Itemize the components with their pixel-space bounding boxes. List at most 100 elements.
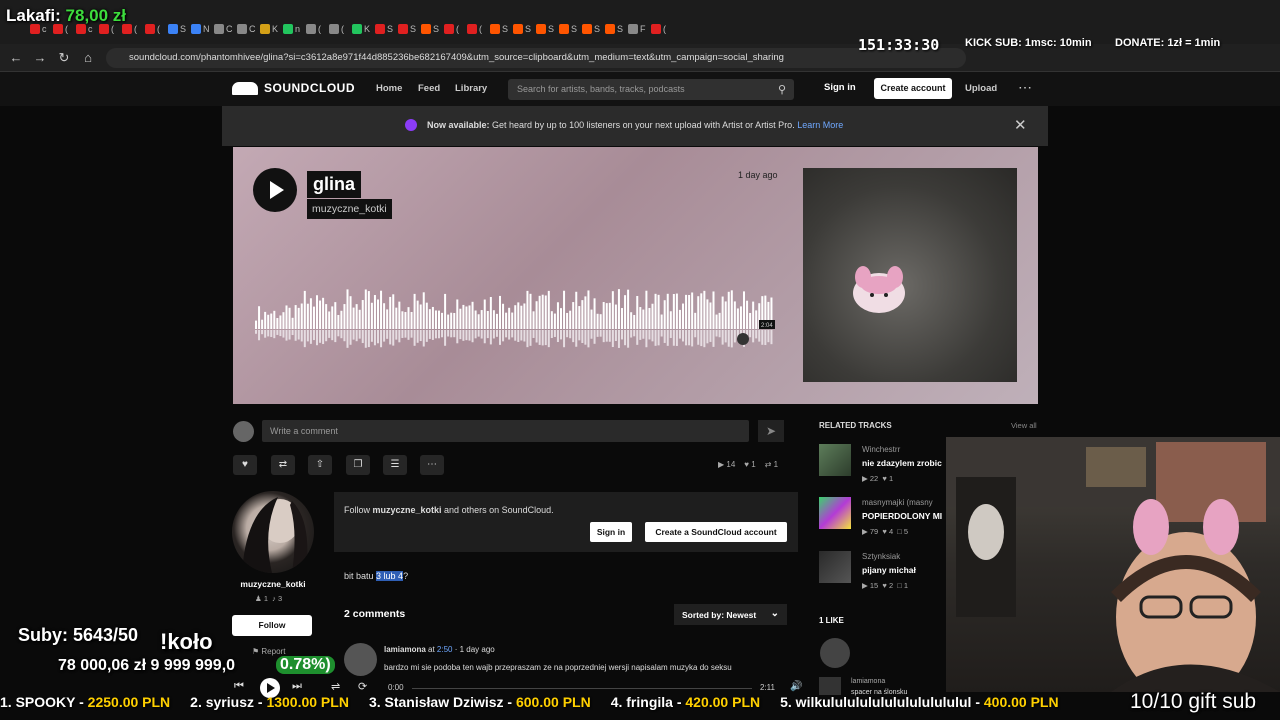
play-button[interactable] xyxy=(253,168,297,212)
url-text: soundcloud.com/phantomhivee/glina?si=c36… xyxy=(129,52,784,63)
report-link[interactable]: ⚑ Report xyxy=(252,647,285,656)
artist-avatar[interactable] xyxy=(232,491,314,573)
waveform-reflection-bar xyxy=(608,330,611,342)
progress-bar[interactable] xyxy=(412,688,752,689)
browser-tab[interactable]: ( xyxy=(651,22,671,36)
comment-input[interactable]: Write a comment xyxy=(262,420,749,442)
waveform-bar xyxy=(349,296,352,329)
related-track-title[interactable]: POPIERDOLONY MI xyxy=(862,511,942,521)
waveform-bar xyxy=(642,309,645,329)
more-options-icon[interactable]: ⋯ xyxy=(1018,79,1032,96)
browser-tab[interactable]: ( xyxy=(145,22,165,36)
related-track-likes: 1 xyxy=(888,474,894,483)
browser-tab[interactable]: ( xyxy=(444,22,464,36)
nav-feed[interactable]: Feed xyxy=(418,83,440,94)
create-soundcloud-account-button[interactable]: Create a SoundCloud account xyxy=(645,522,787,542)
browser-tab[interactable]: S xyxy=(398,22,418,36)
upload-link[interactable]: Upload xyxy=(965,83,997,94)
waveform-reflection-bar xyxy=(346,330,349,348)
browser-tab[interactable]: S xyxy=(605,22,625,36)
more-button[interactable]: ⋯ xyxy=(420,455,444,475)
volume-icon[interactable]: 🔊 xyxy=(790,681,802,692)
related-track-user[interactable]: Winchestrr xyxy=(862,445,900,454)
url-field[interactable]: soundcloud.com/phantomhivee/glina?si=c36… xyxy=(106,48,966,68)
waveform-reflection-bar xyxy=(328,330,331,338)
waveform-reflection-bar xyxy=(688,330,691,346)
browser-tab[interactable]: S xyxy=(536,22,556,36)
nav-library[interactable]: Library xyxy=(455,83,487,94)
search-input[interactable]: Search for artists, bands, tracks, podca… xyxy=(508,79,794,100)
next-icon[interactable]: ⏭ xyxy=(292,680,302,693)
browser-tab[interactable]: S xyxy=(168,22,188,36)
waveform[interactable]: 2:04 xyxy=(255,287,775,357)
artist-name[interactable]: muzyczne_kotki xyxy=(228,579,318,589)
browser-tab[interactable]: F xyxy=(628,22,648,36)
browser-tab[interactable]: S xyxy=(490,22,510,36)
forward-arrow-icon[interactable]: → xyxy=(32,50,48,66)
repost-button[interactable]: ⇄ xyxy=(271,455,295,475)
browser-tab[interactable]: C xyxy=(214,22,234,36)
waveform-reflection-bar xyxy=(764,330,767,346)
related-track-title[interactable]: nie zdazylem zrobic xyxy=(862,458,942,468)
sort-dropdown[interactable]: Sorted by: Newest ⌄ xyxy=(674,604,787,625)
comment-timestamp[interactable]: 2:50 xyxy=(437,645,453,654)
create-account-button[interactable]: Create account xyxy=(874,78,952,99)
related-track-title[interactable]: pijany michał xyxy=(862,565,916,575)
browser-tab[interactable]: ( xyxy=(306,22,326,36)
like-button[interactable]: ♥ xyxy=(233,455,257,475)
waveform-reflection-bar xyxy=(340,330,343,339)
back-arrow-icon[interactable]: ← xyxy=(8,50,24,66)
related-track-user[interactable]: masnymajki (masny xyxy=(862,498,933,507)
browser-tab[interactable]: S xyxy=(582,22,602,36)
share-button[interactable]: ⇧ xyxy=(308,455,332,475)
commenter-avatar[interactable] xyxy=(344,643,377,676)
comment-user[interactable]: lamiamona xyxy=(384,645,426,654)
copy-link-button[interactable]: ❐ xyxy=(346,455,370,475)
browser-tab[interactable]: N xyxy=(191,22,211,36)
browser-tab[interactable]: S xyxy=(513,22,533,36)
browser-tab[interactable]: ( xyxy=(467,22,487,36)
learn-more-link[interactable]: Learn More xyxy=(797,120,843,130)
waveform-bar xyxy=(743,291,745,329)
liked-track-user[interactable]: lamiamona xyxy=(851,678,885,685)
related-track[interactable]: masnymajki (masny POPIERDOLONY MI ▶ 79 ♥… xyxy=(819,497,949,541)
shuffle-icon[interactable]: ⇌ xyxy=(331,680,340,693)
related-track[interactable]: Sztynksiak pijany michał ▶ 15 ♥ 2 □ 1 xyxy=(819,551,949,595)
follow-button[interactable]: Follow xyxy=(232,615,312,636)
follow-sign-in-button[interactable]: Sign in xyxy=(590,522,632,542)
tab-favicon-icon xyxy=(582,24,592,34)
browser-tab[interactable]: C xyxy=(237,22,257,36)
view-all-link[interactable]: View all xyxy=(1011,421,1037,430)
send-comment-icon[interactable]: ➤ xyxy=(758,420,784,442)
related-track[interactable]: Winchestrr nie zdazylem zrobic ▶ 22 ♥ 1 xyxy=(819,444,949,488)
waveform-reflection-bar xyxy=(575,330,578,347)
repeat-icon[interactable]: ⟳ xyxy=(358,680,367,693)
gift-sub-counter: 10/10 gift sub xyxy=(1130,690,1257,713)
browser-tab[interactable]: S xyxy=(375,22,395,36)
comment-at: at xyxy=(425,645,437,654)
add-to-playlist-button[interactable]: ☰ xyxy=(383,455,407,475)
waveform-comment-avatar[interactable] xyxy=(737,333,749,345)
sign-in-link[interactable]: Sign in xyxy=(824,82,856,93)
related-track-user[interactable]: Sztynksiak xyxy=(862,552,900,561)
browser-tab[interactable]: S xyxy=(421,22,441,36)
liked-track-thumbnail[interactable] xyxy=(819,677,841,695)
close-icon[interactable]: ✕ xyxy=(1014,116,1027,134)
browser-tab[interactable]: ( xyxy=(329,22,349,36)
browser-tab[interactable]: S xyxy=(559,22,579,36)
waveform-reflection-bar xyxy=(700,330,703,347)
repost-icon: ⇄ xyxy=(278,459,288,470)
liker-avatar[interactable] xyxy=(820,638,850,668)
waveform-reflection-bar xyxy=(450,330,453,338)
browser-tab[interactable]: n xyxy=(283,22,303,36)
home-icon[interactable]: ⌂ xyxy=(80,50,96,66)
waveform-reflection-bar xyxy=(730,330,733,348)
track-artist[interactable]: muzyczne_kotki xyxy=(307,199,392,219)
nav-home[interactable]: Home xyxy=(376,83,402,94)
soundcloud-logo[interactable]: SOUNDCLOUD xyxy=(232,81,355,95)
search-icon[interactable]: ⚲ xyxy=(778,83,786,96)
reload-icon[interactable]: ↻ xyxy=(56,50,72,66)
browser-tab[interactable]: K xyxy=(352,22,372,36)
browser-tab[interactable]: K xyxy=(260,22,280,36)
previous-icon[interactable]: ⏮ xyxy=(234,680,244,693)
